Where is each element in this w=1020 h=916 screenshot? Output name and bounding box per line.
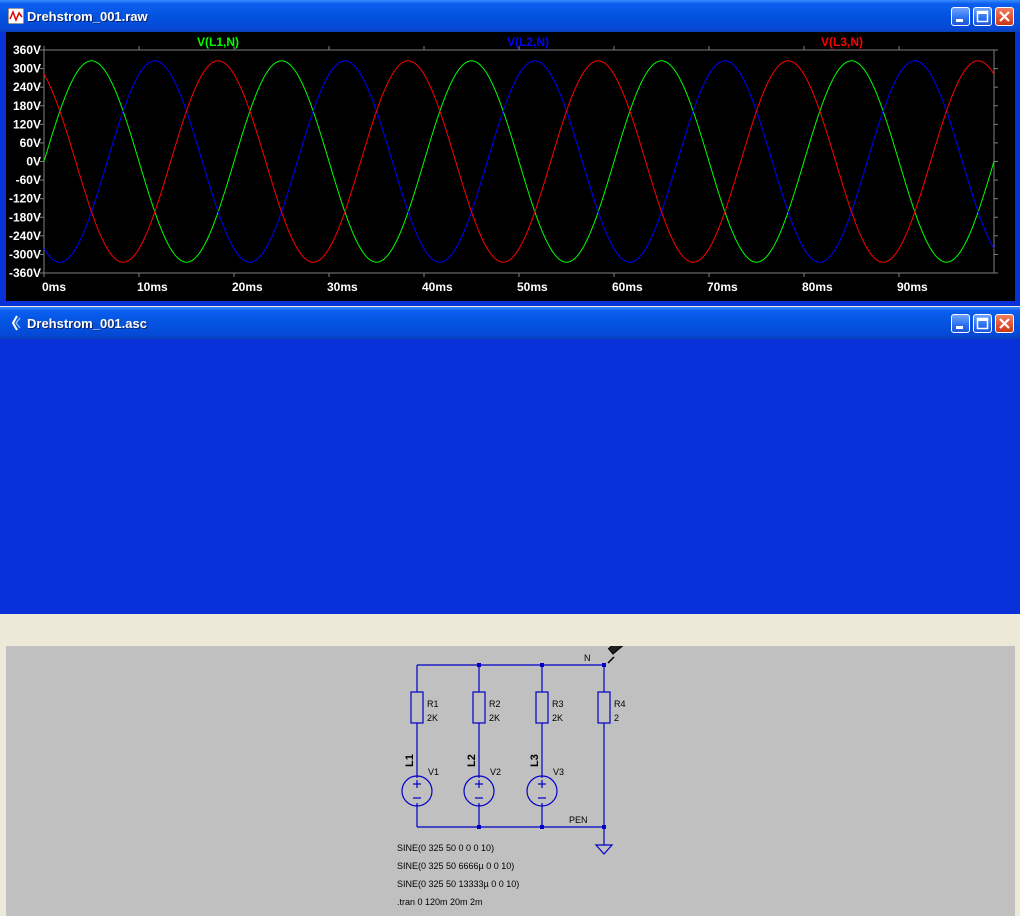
r4-value-label: 2 — [614, 713, 619, 723]
close-button[interactable] — [995, 314, 1014, 333]
net-label-n: N — [584, 653, 591, 663]
x-tick-label: 20ms — [232, 280, 263, 294]
directive-sine-v3[interactable]: SINE(0 325 50 13333µ 0 0 10) — [397, 879, 519, 889]
schematic-titlebar[interactable]: Drehstrom_001.asc — [0, 307, 1020, 339]
voltage-sources — [401, 775, 558, 807]
y-tick-label: 0V — [26, 155, 41, 169]
resistor-r3[interactable] — [535, 691, 549, 724]
y-tick-label: 360V — [13, 43, 41, 57]
y-tick-label: 240V — [13, 80, 41, 94]
voltage-source-v2[interactable] — [463, 775, 495, 807]
x-tick-label: 30ms — [327, 280, 358, 294]
r2-name-label: R2 — [489, 699, 501, 709]
x-tick-label: 90ms — [897, 280, 928, 294]
schematic-canvas[interactable]: R1 2K R2 2K R3 2K R4 2 V1 V2 V3 L1 L2 L3… — [6, 646, 1015, 916]
y-tick-label: 180V — [13, 99, 41, 113]
x-tick-label: 50ms — [517, 280, 548, 294]
resistor-r4[interactable] — [597, 691, 611, 724]
r1-name-label: R1 — [427, 699, 439, 709]
r1-value-label: 2K — [427, 713, 438, 723]
y-tick-label: -180V — [9, 210, 41, 224]
y-tick-label: -240V — [9, 229, 41, 243]
y-tick-label: -120V — [9, 192, 41, 206]
minimize-button[interactable] — [951, 7, 970, 26]
v1-name-label: V1 — [428, 767, 439, 777]
voltage-source-v1[interactable] — [401, 775, 433, 807]
schematic-window-title: Drehstrom_001.asc — [27, 316, 147, 331]
directive-sine-v1[interactable]: SINE(0 325 50 0 0 0 10) — [397, 843, 494, 853]
r3-name-label: R3 — [552, 699, 564, 709]
trace-V(L1,N)[interactable] — [43, 60, 995, 263]
schematic-drawing[interactable]: R1 2K R2 2K R3 2K R4 2 V1 V2 V3 L1 L2 L3… — [6, 646, 1015, 916]
y-tick-label: 120V — [13, 117, 41, 131]
waveform-chart[interactable]: 360V 300V 240V 180V 120V 60V 0V -60V -120V -180V -… — [6, 32, 1015, 301]
v3-name-label: V3 — [553, 767, 564, 777]
maximize-button[interactable] — [973, 314, 992, 333]
net-label-l1: L1 — [404, 754, 416, 767]
traces — [43, 60, 995, 263]
waveform-plot-pane[interactable]: 360V 300V 240V 180V 120V 60V 0V -60V -120V -180V -… — [6, 32, 1015, 301]
r2-value-label: 2K — [489, 713, 500, 723]
r4-name-label: R4 — [614, 699, 626, 709]
x-tick-label: 80ms — [802, 280, 833, 294]
maximize-button[interactable] — [973, 7, 992, 26]
x-tick-label: 70ms — [707, 280, 738, 294]
directive-tran[interactable]: .tran 0 120m 20m 2m — [397, 897, 483, 907]
y-tick-label: -360V — [9, 266, 41, 280]
y-tick-label: 60V — [20, 136, 41, 150]
minimize-icon — [956, 19, 963, 22]
y-tick-label: -300V — [9, 247, 41, 261]
x-tick-label: 40ms — [422, 280, 453, 294]
legend: V(L1,N) V(L2,N) V(L3,N) — [197, 35, 863, 49]
directive-sine-v2[interactable]: SINE(0 325 50 6666µ 0 0 10) — [397, 861, 514, 871]
schematic-editor-icon — [11, 315, 21, 331]
legend-label-1[interactable]: V(L1,N) — [197, 35, 239, 49]
close-icon — [999, 318, 1010, 329]
maximize-icon — [976, 10, 989, 23]
r3-value-label: 2K — [552, 713, 563, 723]
close-button[interactable] — [995, 7, 1014, 26]
resistor-r1[interactable] — [410, 691, 424, 724]
voltage-probe-icon — [607, 646, 626, 664]
waveform-window: Drehstrom_001.raw 360V 300V 240V 180V 120V 60… — [0, 0, 1020, 306]
waveform-viewer-icon — [8, 8, 24, 24]
v2-name-label: V2 — [490, 767, 501, 777]
ground-icon[interactable] — [594, 844, 614, 855]
minimize-icon — [956, 326, 963, 329]
voltage-source-v3[interactable] — [526, 775, 558, 807]
x-tick-label: 10ms — [137, 280, 168, 294]
resistor-r2[interactable] — [472, 691, 486, 724]
close-icon — [999, 11, 1010, 22]
y-tick-label: -60V — [16, 173, 41, 187]
legend-label-3[interactable]: V(L3,N) — [821, 35, 863, 49]
legend-label-2[interactable]: V(L2,N) — [507, 35, 549, 49]
net-label-l2: L2 — [466, 754, 478, 767]
net-label-l3: L3 — [529, 754, 541, 767]
y-tick-label: 300V — [13, 62, 41, 76]
resistor-bodies — [410, 691, 611, 724]
minimize-button[interactable] — [951, 314, 970, 333]
x-tick-label: 60ms — [612, 280, 643, 294]
waveform-titlebar[interactable]: Drehstrom_001.raw — [0, 0, 1020, 32]
schematic-window: Drehstrom_001.asc R1 2K R2 2K R3 2K R4 2… — [0, 307, 1020, 916]
y-axis: 360V 300V 240V 180V 120V 60V 0V -60V -120V -180V -… — [9, 43, 998, 280]
net-label-pen: PEN — [569, 815, 588, 825]
x-tick-label: 0ms — [42, 280, 66, 294]
waveform-window-title: Drehstrom_001.raw — [27, 9, 148, 24]
maximize-icon — [976, 317, 989, 330]
